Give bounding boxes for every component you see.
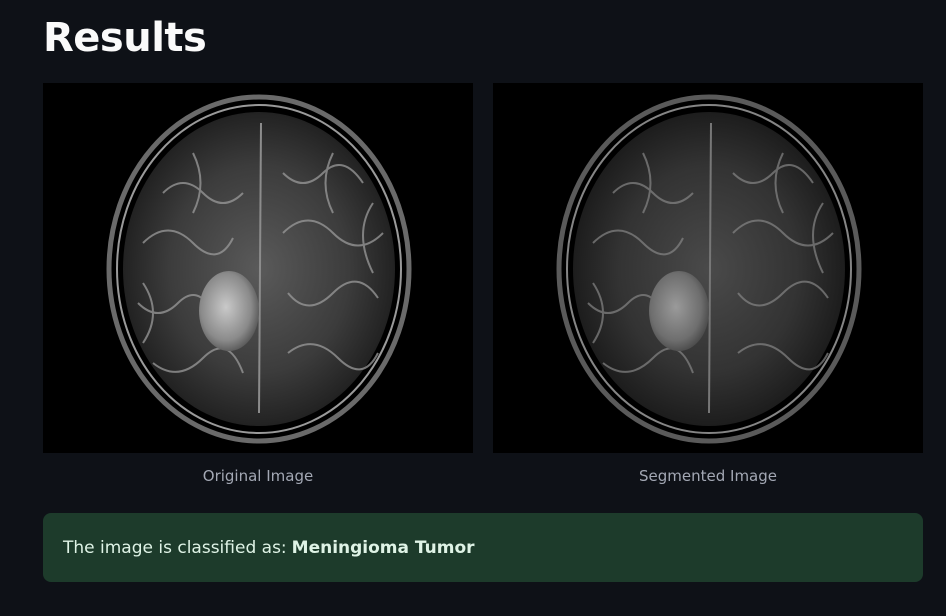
results-page: Results Original Image Segmented Image T… (0, 0, 946, 616)
original-image-caption: Original Image (202, 467, 314, 485)
original-image (43, 83, 473, 453)
original-image-figure: Original Image (43, 83, 473, 485)
segmented-image (493, 83, 923, 453)
classification-result-alert: The image is classified as: Meningioma T… (43, 513, 923, 582)
classification-prefix: The image is classified as: (63, 537, 287, 558)
page-title: Results (43, 15, 207, 61)
classification-label: Meningioma Tumor (291, 537, 475, 558)
segmented-image-figure: Segmented Image (493, 83, 923, 485)
segmented-image-caption: Segmented Image (639, 467, 777, 485)
